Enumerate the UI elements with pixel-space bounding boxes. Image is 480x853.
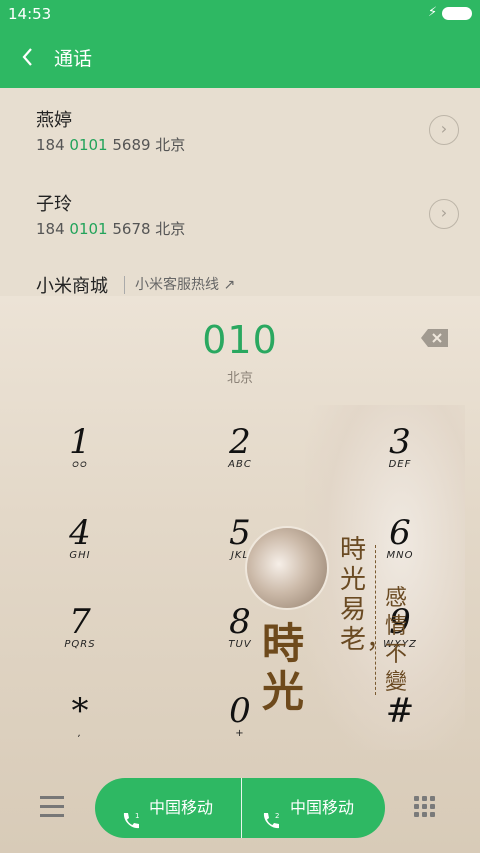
contact-name: 子玲 <box>36 194 72 215</box>
contact-tag: 小米客服热线 ↗ <box>124 276 235 294</box>
keypad-toggle-icon[interactable] <box>414 796 438 820</box>
divider <box>375 545 376 695</box>
key-4[interactable]: 4 GHI <box>20 514 140 594</box>
chevron-left-icon[interactable] <box>16 42 40 72</box>
sim1-label: 中国移动 <box>149 798 214 817</box>
voicemail-icon: ᴑᴑ <box>72 459 88 470</box>
status-time: 14:53 <box>8 5 52 23</box>
contact-name: 燕婷 <box>36 110 72 131</box>
list-item[interactable]: 子玲 184 0101 5678 北京 › <box>0 172 480 256</box>
svg-text:2: 2 <box>275 812 279 820</box>
battery-icon <box>442 7 472 20</box>
menu-icon[interactable] <box>40 796 66 818</box>
theme-calligraphy: 時光 <box>262 619 305 716</box>
contact-match-list: 燕婷 184 0101 5689 北京 › 子玲 184 0101 5678 北… <box>0 88 480 297</box>
call-buttons: 1 中国移动 2 中国移动 <box>95 778 385 838</box>
contact-number: 184 0101 5678 北京 <box>36 220 186 238</box>
backspace-icon[interactable] <box>420 328 450 348</box>
sim2-label: 中国移动 <box>290 798 355 817</box>
contact-name: 小米商城 <box>36 276 108 297</box>
contact-number: 184 0101 5689 北京 <box>36 136 186 154</box>
app-header: 通话 <box>0 28 480 88</box>
key-hash[interactable]: # <box>340 692 460 772</box>
svg-text:1: 1 <box>135 812 139 820</box>
call-sim1-button[interactable]: 1 中国移动 <box>95 778 240 838</box>
key-star[interactable]: * , <box>20 692 140 772</box>
detail-arrow-icon[interactable]: › <box>429 199 459 229</box>
dialed-number: 010 <box>202 318 278 362</box>
page-title: 通话 <box>54 48 93 70</box>
phone-sim2-icon: 2 <box>260 797 282 829</box>
key-1[interactable]: 1 ᴑᴑ <box>20 423 140 503</box>
lightning-icon: ⚡ <box>428 5 438 20</box>
number-location: 北京 <box>226 371 253 386</box>
list-item[interactable]: 燕婷 184 0101 5689 北京 › <box>0 88 480 172</box>
theme-calligraphy-line: 感情不變 <box>385 586 408 695</box>
phone-sim1-icon: 1 <box>120 797 142 829</box>
key-3[interactable]: 3 DEF <box>340 423 460 503</box>
theme-photo <box>245 526 329 610</box>
detail-arrow-icon[interactable]: › <box>429 115 459 145</box>
theme-calligraphy-line: 時光易老， <box>340 535 393 655</box>
status-bar: 14:53 ⚡ <box>0 0 480 28</box>
call-sim2-button[interactable]: 2 中国移动 <box>241 778 385 838</box>
bottom-bar: 1 中国移动 2 中国移动 <box>0 770 480 853</box>
key-7[interactable]: 7 PQRS <box>20 603 140 683</box>
key-2[interactable]: 2 ABC <box>180 423 300 503</box>
